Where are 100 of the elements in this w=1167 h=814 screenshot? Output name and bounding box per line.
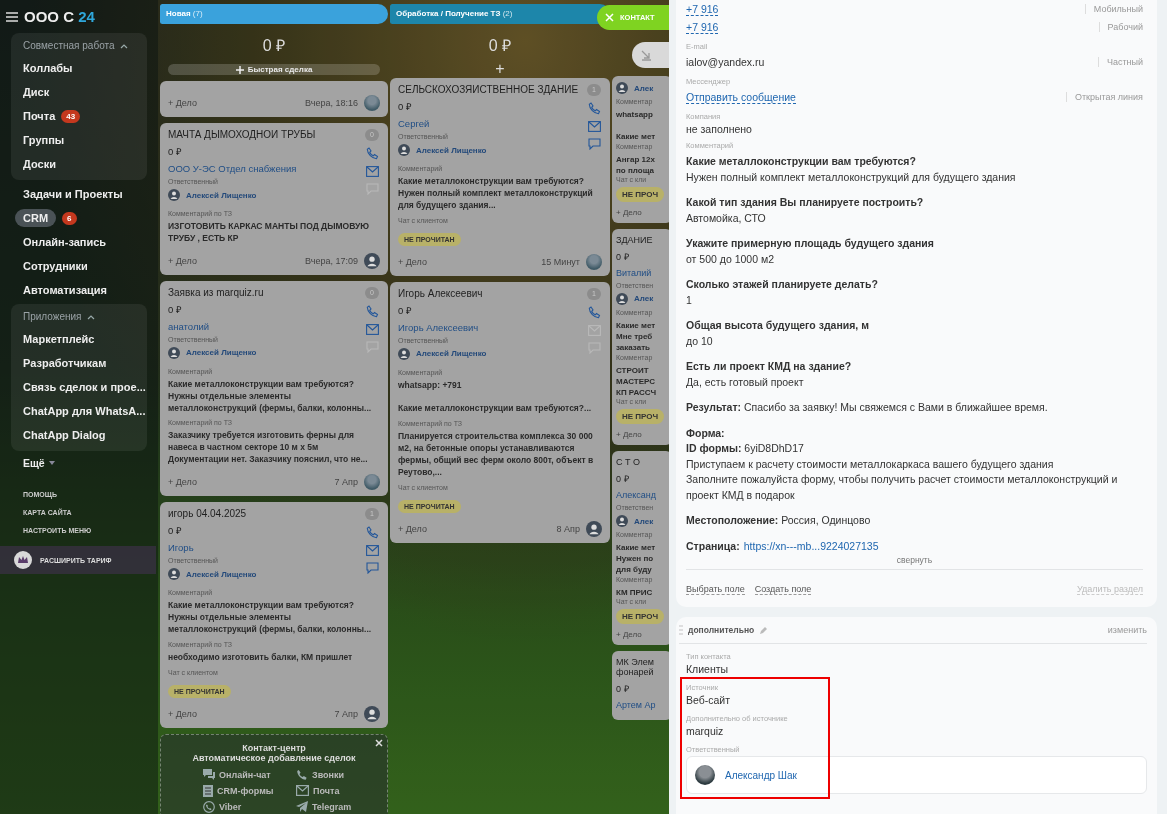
- add-task-link[interactable]: + Дело: [616, 207, 642, 217]
- send-message-link[interactable]: Отправить сообщение: [686, 90, 796, 104]
- deal-title[interactable]: МК Элем фонарей: [616, 656, 654, 677]
- phone-icon[interactable]: [587, 102, 601, 115]
- close-icon[interactable]: [375, 738, 383, 747]
- person-link[interactable]: Алексей Лищенко: [186, 569, 257, 579]
- contact-link[interactable]: Сергей: [398, 118, 586, 129]
- nav-item[interactable]: ChatApp Dialog: [23, 429, 106, 441]
- nav-item[interactable]: Коллабы: [23, 62, 73, 74]
- nav-item[interactable]: CRM: [15, 209, 57, 227]
- contact-link[interactable]: Виталий: [616, 267, 652, 278]
- add-task-link[interactable]: + Дело: [168, 477, 197, 488]
- nav-item[interactable]: Онлайн-запись: [23, 236, 107, 248]
- add-task-link[interactable]: + Дело: [168, 98, 197, 108]
- company-logo[interactable]: ООО С 24: [24, 8, 95, 25]
- chevron-icon: [86, 313, 95, 320]
- deal-card[interactable]: [160, 502, 388, 728]
- mail-icon: [296, 785, 309, 797]
- person-link[interactable]: Александр Шак: [725, 769, 797, 781]
- section-action-link[interactable]: Выбрать поле: [686, 584, 745, 595]
- mail-icon[interactable]: [587, 121, 601, 132]
- group-toggle[interactable]: Совместная работа: [11, 35, 140, 56]
- nav-item[interactable]: Маркетплейс: [23, 333, 95, 345]
- section-action-link[interactable]: Создать поле: [754, 584, 812, 595]
- add-task-link[interactable]: + Дело: [616, 430, 642, 440]
- person-link[interactable]: Алексей Лищенко: [416, 349, 487, 359]
- contact-link[interactable]: ООО У-ЭС Отдел снабжения: [168, 163, 364, 174]
- nav-item[interactable]: Почта: [23, 110, 56, 122]
- phone-icon[interactable]: [587, 305, 601, 319]
- phone-icon[interactable]: [365, 147, 379, 160]
- deal-card[interactable]: МК Элем фонарей 0 ₽ Артем Ар: [612, 650, 672, 720]
- add-deal-button[interactable]: +: [489, 60, 511, 78]
- phone-icon[interactable]: [365, 304, 379, 318]
- panel-title: Контакт-центр: [241, 742, 306, 753]
- deal-card[interactable]: [390, 78, 610, 276]
- deal-title[interactable]: С Т О: [616, 457, 640, 468]
- responsible-field[interactable]: Александр Шак: [686, 756, 1147, 794]
- nav-item[interactable]: Связь сделок и прое...: [23, 381, 146, 393]
- mail-icon[interactable]: [365, 166, 379, 177]
- deal-card[interactable]: [390, 281, 610, 543]
- comment-text: Укажите примерную площадь будущего здания: [686, 236, 935, 251]
- comment-text: Страница:: [686, 539, 740, 552]
- add-task-link[interactable]: + Дело: [398, 256, 427, 267]
- channel-link[interactable]: Telegram: [296, 800, 381, 813]
- pencil-icon[interactable]: [759, 625, 769, 635]
- add-task-link[interactable]: + Дело: [616, 629, 642, 639]
- nav-item[interactable]: Разработчикам: [23, 357, 107, 369]
- page-link[interactable]: https://xn---mb...9224027135: [743, 539, 879, 552]
- more-button[interactable]: Ещё: [0, 453, 158, 473]
- phone-link[interactable]: +7 916: [686, 20, 719, 34]
- comment-text: Результат: Спасибо за заявку! Мы свяжемся с Вами в ближайшее время.: [686, 400, 1049, 415]
- deal-title[interactable]: МАЧТА ДЫМОХОДНОИ ТРУБЫ: [168, 129, 364, 140]
- add-task-link[interactable]: + Дело: [168, 255, 197, 266]
- nav-item[interactable]: Диск: [23, 86, 50, 98]
- deal-card[interactable]: [160, 280, 388, 497]
- add-task-link[interactable]: + Дело: [168, 708, 197, 719]
- collapse-button[interactable]: [632, 42, 672, 68]
- contact-link[interactable]: Артем Ар: [616, 699, 656, 710]
- deal-title[interactable]: Заявка из marquiz.ru: [168, 286, 364, 298]
- channel-link[interactable]: Звонки: [296, 768, 381, 781]
- collapse-link[interactable]: свернуть: [896, 555, 933, 565]
- mail-icon[interactable]: [365, 545, 379, 557]
- channel-link[interactable]: Онлайн-чат: [203, 768, 288, 781]
- nav-item[interactable]: Группы: [23, 134, 65, 146]
- channel-link[interactable]: Почта: [296, 784, 381, 797]
- channel-link[interactable]: CRM-формы: [203, 784, 288, 797]
- person-link[interactable]: Алек: [634, 516, 654, 526]
- mail-icon[interactable]: [365, 323, 379, 335]
- contact-link[interactable]: Игорь: [168, 542, 364, 554]
- add-task-link[interactable]: + Дело: [398, 523, 427, 534]
- deal-date: Вчера, 17:09: [305, 255, 358, 266]
- nav-item[interactable]: Доски: [23, 158, 56, 170]
- chat-icon[interactable]: [365, 562, 379, 575]
- contact-link[interactable]: анатолий: [168, 320, 364, 332]
- group-toggle[interactable]: Приложения: [11, 306, 107, 327]
- deal-title[interactable]: ЗДАНИЕ: [616, 234, 653, 245]
- deal-title[interactable]: СЕЛЬСКОХОЗЯИСТВЕННОЕ ЗДАНИЕ: [398, 84, 586, 95]
- person-link[interactable]: Алек: [634, 83, 654, 93]
- deal-card[interactable]: + Дело Вчера, 18:16: [160, 81, 388, 117]
- menu-icon[interactable]: [6, 11, 18, 22]
- contact-link[interactable]: Игорь Алексеевич: [398, 321, 586, 333]
- nav-item[interactable]: Автоматизация: [23, 284, 108, 296]
- person-link[interactable]: Алексей Лищенко: [186, 348, 257, 358]
- nav-item[interactable]: Сотрудники: [23, 260, 88, 272]
- deal-title[interactable]: Игорь Алексеевич: [398, 287, 586, 299]
- person-link[interactable]: Алексей Лищенко: [416, 145, 487, 155]
- nav-item[interactable]: Задачи и Проекты: [23, 188, 123, 200]
- contact-link[interactable]: Александ: [616, 490, 657, 501]
- email-link[interactable]: ialov@yandex.ru: [686, 56, 765, 68]
- chat-icon[interactable]: [587, 138, 601, 150]
- person-link[interactable]: Алек: [634, 294, 654, 304]
- deal-amount: 0 ₽: [398, 303, 413, 317]
- deal-title[interactable]: игорь 04.04.2025: [168, 508, 364, 520]
- nav-item[interactable]: ChatApp для WhatsA...: [23, 405, 146, 417]
- person-link[interactable]: Алексей Лищенко: [186, 190, 257, 200]
- phone-link[interactable]: +7 916: [686, 2, 719, 16]
- channel-link[interactable]: Viber: [203, 800, 288, 813]
- phone-icon[interactable]: [365, 526, 379, 540]
- quick-deal-button[interactable]: Быстрая сделка: [168, 64, 380, 75]
- field-text: Какие мет Нужен по для буду: [616, 542, 656, 576]
